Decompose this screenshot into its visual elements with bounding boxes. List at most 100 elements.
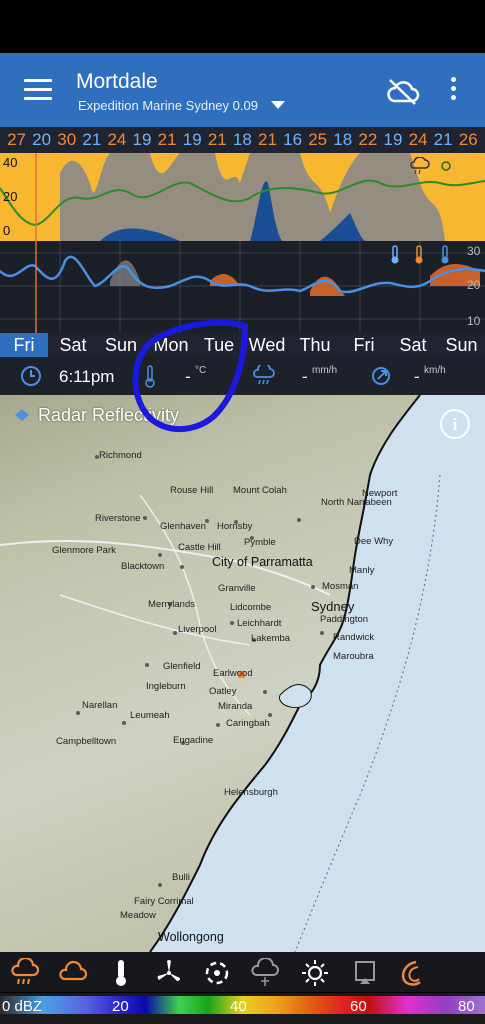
place-label: Narellan	[82, 700, 118, 711]
day-tab-tue[interactable]: Tue	[196, 333, 242, 357]
wind-gust-icon[interactable]	[202, 958, 232, 988]
place-label: Glenmore Park	[52, 545, 116, 556]
rain-icon	[253, 365, 275, 385]
place-label: Mount Colah	[233, 485, 287, 496]
place-label: Lidcombe	[230, 602, 272, 613]
place-label: Campbelltown	[56, 736, 117, 747]
temp-high: 25	[308, 130, 328, 149]
graph1-axis-bottom: 0	[3, 223, 11, 238]
temp-low: 21	[82, 130, 102, 149]
temp-low: 19	[132, 130, 152, 149]
place-label: Engadine	[173, 735, 214, 746]
cloud-precip-graph[interactable]: 40 20 0	[0, 153, 485, 241]
thermometer-cold-icon	[391, 245, 399, 264]
wind-direction-icon	[372, 367, 390, 385]
rain-value: -	[302, 367, 308, 386]
temp-high: 27	[7, 130, 26, 149]
temperature-strip: 27 20 30 21 24 19 21 19 21 18 21 16 25 18 22 19 24 21 26	[0, 127, 485, 153]
temp-high: 21	[157, 130, 177, 149]
status-bar	[0, 0, 485, 53]
temp-high: 21	[258, 130, 277, 149]
scale-label-80: 80	[458, 998, 475, 1015]
day-tab-sun-2[interactable]: Sun	[438, 333, 485, 357]
place-label: Oatley	[209, 686, 237, 697]
graph2-axis-mid: 20	[467, 278, 481, 292]
info-icon[interactable]: i	[440, 409, 470, 439]
graph2-axis-bottom: 10	[467, 314, 481, 328]
temperature-graph[interactable]: 30 20 10	[0, 241, 485, 333]
thermometer-icon[interactable]	[106, 958, 136, 988]
temp-high: 24	[107, 130, 127, 149]
place-label: Blacktown	[121, 561, 165, 572]
scale-label-20: 20	[112, 998, 129, 1015]
day-tab-sat[interactable]: Sat	[48, 333, 98, 357]
radar-map[interactable]: Radar Reflectivity i Richmond Rouse Hill M…	[0, 395, 485, 952]
temp-low: 18	[333, 130, 353, 149]
day-tab-wed[interactable]: Wed	[244, 333, 290, 357]
place-label: Riverstone	[95, 513, 141, 524]
lightning-icon[interactable]	[396, 958, 426, 988]
layer-label: Radar Reflectivity	[38, 405, 180, 425]
temp-low: 19	[383, 130, 403, 149]
temp-high: 30	[57, 130, 77, 149]
place-label: Caringbah	[226, 718, 270, 729]
place-label: Ingleburn	[146, 681, 186, 692]
place-label: Glenfield	[163, 661, 201, 672]
place-label: Helensburgh	[224, 787, 278, 798]
temp-low: 19	[182, 130, 202, 149]
radar-scale: 0 dBZ 20 40 60 80	[0, 993, 485, 1024]
location-title[interactable]: Mortdale	[76, 70, 158, 94]
place-label: Maroubra	[333, 651, 374, 662]
place-label: City of Parramatta	[212, 555, 313, 569]
day-selector: Fri Sat Sun Mon Tue Wed Thu Fri Sat Sun	[0, 333, 485, 357]
place-label: Merrylands	[148, 599, 195, 610]
temp-unit: °C	[195, 365, 207, 376]
place-label: Meadow	[120, 910, 156, 921]
place-label: Mosman	[322, 581, 359, 592]
place-label: Rouse Hill	[170, 485, 214, 496]
place-label: Pymble	[244, 537, 276, 548]
place-label: Paddington	[320, 614, 369, 625]
day-tab-mon[interactable]: Mon	[146, 333, 196, 357]
thermometer-hot-icon	[415, 245, 423, 264]
graph1-axis-mid: 20	[3, 189, 18, 204]
place-label: Leichhardt	[237, 618, 282, 629]
cloud-off-icon[interactable]	[386, 77, 420, 105]
scale-label-0: 0 dBZ	[2, 998, 43, 1015]
scale-label-60: 60	[350, 998, 367, 1015]
snow-icon[interactable]	[250, 958, 280, 988]
place-label: Richmond	[99, 450, 142, 461]
model-selector[interactable]: Expedition Marine Sydney 0.09	[78, 98, 258, 113]
place-label: Wollongong	[158, 930, 224, 944]
sun-small-icon	[441, 161, 451, 171]
menu-button[interactable]	[24, 79, 52, 101]
layer-icon	[15, 409, 29, 421]
info-bar: 6:11pm - °C - mm/h - km/h	[0, 357, 485, 395]
day-tab-fri[interactable]: Fri	[0, 333, 48, 357]
place-label: Leumeah	[130, 710, 170, 721]
day-tab-sat-2[interactable]: Sat	[390, 333, 436, 357]
place-label: Dee Why	[354, 536, 394, 547]
place-label: Earlwood	[213, 668, 253, 679]
graph1-axis-top: 40	[3, 155, 18, 170]
scale-label-40: 40	[230, 998, 247, 1015]
wind-icon[interactable]	[154, 958, 184, 988]
wind-unit: km/h	[424, 365, 446, 376]
temp-high: 26	[458, 130, 478, 149]
cloud-icon[interactable]	[58, 958, 88, 988]
graph2-axis-top: 30	[467, 244, 481, 258]
thermometer-icon	[441, 245, 449, 264]
place-label: Fairy Corrimal	[134, 896, 194, 907]
day-tab-sun[interactable]: Sun	[98, 333, 144, 357]
sun-icon[interactable]	[300, 958, 330, 988]
chevron-down-icon[interactable]	[271, 101, 285, 109]
place-label: Sydney	[311, 599, 355, 614]
day-tab-thu[interactable]: Thu	[292, 333, 338, 357]
more-options-icon[interactable]	[448, 77, 458, 105]
day-tab-fri-2[interactable]: Fri	[342, 333, 386, 357]
satellite-icon[interactable]	[350, 958, 380, 988]
thermometer-icon	[145, 365, 155, 388]
clock-icon	[21, 366, 41, 386]
temp-high: 24	[408, 130, 428, 149]
rain-radar-icon[interactable]	[10, 958, 40, 988]
